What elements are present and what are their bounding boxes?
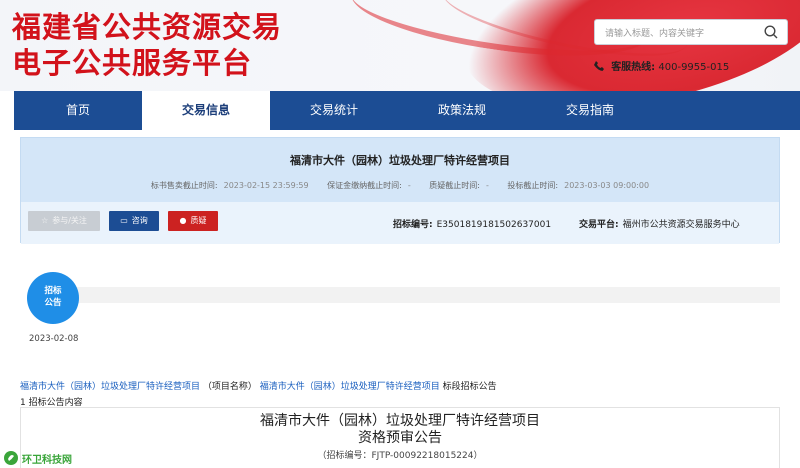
timeline-node-tender-notice[interactable]: 招标 公告 — [27, 272, 79, 324]
site-title-line2: 电子公共服务平台 — [12, 46, 253, 80]
star-icon: ☆ — [41, 216, 49, 225]
nav-item-policies[interactable]: 政策法规 — [398, 91, 526, 130]
hotline-label: 客服热线: — [611, 62, 656, 73]
nav-item-home[interactable]: 首页 — [14, 91, 142, 130]
consult-button[interactable]: ▭ 咨询 — [109, 211, 159, 231]
nav-item-trade-info[interactable]: 交易信息 — [142, 91, 270, 130]
main-nav: 首页 交易信息 交易统计 政策法规 交易指南 — [14, 91, 800, 130]
trade-platform: 交易平台: 福州市公共资源交易服务中心 — [579, 220, 740, 230]
hotline: 客服热线: 400-9955-015 — [593, 58, 729, 73]
phone-icon — [594, 61, 604, 71]
query-button[interactable]: ● 质疑 — [168, 211, 218, 231]
section-suffix: 标段招标公告 — [442, 382, 497, 392]
search-box[interactable]: 请输入标题、内容关键字 — [594, 19, 788, 45]
tender-code: 招标编号: E3501819181502637001 — [393, 220, 552, 230]
project-panel: 福清市大件（园林）垃圾处理厂特许经营项目 标书售卖截止时间: 2023-02-15… — [20, 137, 780, 244]
nav-item-guide[interactable]: 交易指南 — [526, 91, 654, 130]
chat-icon: ▭ — [120, 216, 128, 225]
breadcrumb: 福清市大件（园林）垃圾处理厂特许经营项目 （项目名称） 福清市大件（园林）垃圾处… — [20, 379, 497, 392]
nav-item-trade-stats[interactable]: 交易统计 — [270, 91, 398, 130]
site-header: 福建省公共资源交易 电子公共服务平台 请输入标题、内容关键字 客服热线: 400… — [0, 0, 800, 91]
deadline-item: 标书售卖截止时间: 2023-02-15 23:59:59 — [150, 181, 309, 190]
deadline-item: 质疑截止时间: - — [429, 181, 489, 190]
watermark-logo-icon — [4, 451, 18, 465]
deadline-row: 标书售卖截止时间: 2023-02-15 23:59:59 保证金缴纳截止时间: -… — [21, 180, 779, 191]
timeline-track — [60, 287, 780, 303]
timeline-date: 2023-02-08 — [29, 334, 79, 344]
follow-button[interactable]: ☆ 参与/关注 — [28, 211, 100, 231]
watermark: 环卫科技网 — [3, 449, 72, 467]
deadline-item: 投标截止时间: 2023-03-03 09:00:00 — [507, 181, 650, 190]
project-link[interactable]: 福清市大件（园林）垃圾处理厂特许经营项目 — [20, 382, 200, 392]
project-title: 福清市大件（园林）垃圾处理厂特许经营项目 — [290, 154, 510, 167]
watermark-text: 环卫科技网 — [22, 454, 72, 466]
notice-document: 福清市大件（园林）垃圾处理厂特许经营项目 资格预审公告 （招标编号：FJTP-0… — [20, 407, 780, 468]
document-code: （招标编号：FJTP-00092218015224） — [317, 451, 483, 461]
search-icon[interactable] — [763, 24, 779, 40]
alert-icon: ● — [179, 216, 187, 225]
project-name-label: （项目名称） — [202, 382, 257, 392]
deadline-item: 保证金缴纳截止时间: - — [327, 181, 411, 190]
section-link[interactable]: 福清市大件（园林）垃圾处理厂特许经营项目 — [260, 382, 440, 392]
search-input[interactable]: 请输入标题、内容关键字 — [605, 26, 704, 39]
document-subtitle: 资格预审公告 — [358, 430, 442, 446]
hotline-number: 400-9955-015 — [658, 62, 730, 73]
